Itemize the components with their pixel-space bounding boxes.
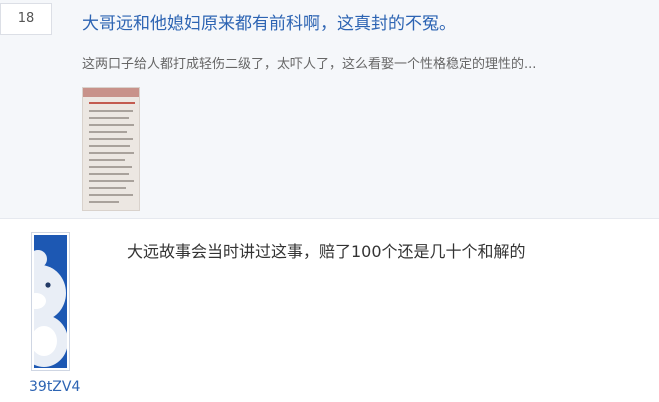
thumbnail-text-line: [89, 159, 125, 161]
thread-thumbnail-image[interactable]: [82, 87, 140, 211]
thumbnail-text-line: [89, 110, 133, 112]
thumbnail-text-line: [89, 201, 119, 203]
bear-avatar-icon: [34, 250, 67, 367]
thumbnail-text-line: [89, 194, 133, 196]
thumbnail-title-line: [89, 102, 135, 104]
thumbnail-text-line: [89, 173, 129, 175]
reply-count-badge: 18: [0, 3, 52, 35]
thumbnail-text-line: [89, 152, 134, 154]
reply-content-text: 大远故事会当时讲过这事，赔了100个还是几十个和解的: [127, 242, 526, 261]
thread-abstract: 这两口子给人都打成轻伤二级了，太吓人了，这么看娶一个性格稳定的理性的...: [82, 57, 537, 72]
username-link[interactable]: 39tZV4: [29, 379, 80, 395]
thumbnail-header-band: [83, 88, 139, 97]
reply-post: 大远故事会当时讲过这事，赔了100个还是几十个和解的 39tZV4: [0, 219, 659, 402]
user-avatar[interactable]: [31, 232, 70, 371]
thread-title-link[interactable]: 大哥远和他媳妇原来都有前科啊，这真封的不冤。: [82, 9, 456, 34]
avatar-background: [34, 235, 67, 368]
thumbnail-text-line: [89, 131, 127, 133]
thumbnail-text-line: [89, 187, 126, 189]
thumbnail-text-line: [89, 138, 133, 140]
thumbnail-text-line: [89, 117, 129, 119]
thumbnail-text-line: [89, 166, 132, 168]
thread-list-item[interactable]: 18 大哥远和他媳妇原来都有前科啊，这真封的不冤。 这两口子给人都打成轻伤二级了…: [0, 0, 659, 219]
thumbnail-text-line: [89, 124, 134, 126]
thumbnail-text-line: [89, 180, 134, 182]
thumbnail-text-line: [89, 145, 130, 147]
